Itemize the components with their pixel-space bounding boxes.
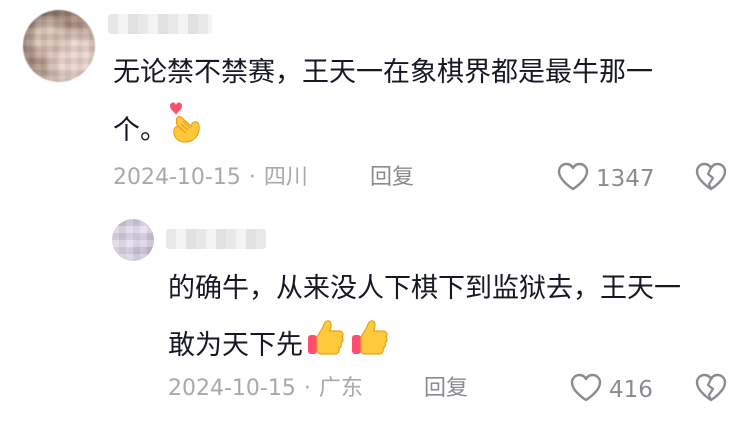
dislike-button[interactable] bbox=[694, 160, 728, 198]
reply-meta: 2024-10-15 · 广东 bbox=[168, 374, 363, 404]
commenter-name-blurred[interactable] bbox=[108, 14, 212, 34]
reply-commenter-avatar[interactable] bbox=[112, 219, 154, 261]
comment-date: 2024-10-15 bbox=[113, 165, 241, 190]
reply-date: 2024-10-15 bbox=[168, 376, 296, 401]
heart-hands-emoji-icon bbox=[169, 100, 205, 163]
meta-separator: · bbox=[303, 376, 311, 401]
heart-outline-icon bbox=[569, 371, 603, 409]
comment-meta: 2024-10-15 · 四川 bbox=[113, 163, 308, 193]
commenter-avatar[interactable] bbox=[23, 10, 95, 82]
thumbs-up-emoji-icon bbox=[305, 316, 347, 377]
reply-dislike-button[interactable] bbox=[694, 371, 728, 409]
comment-text-line-1: 无论禁不禁赛，王天一在象棋界都是最牛那一 bbox=[113, 57, 653, 88]
reply-text-line-2-content: 敢为天下先 bbox=[168, 330, 303, 361]
broken-heart-icon bbox=[694, 373, 728, 409]
meta-separator: · bbox=[248, 165, 256, 190]
comment-location: 四川 bbox=[263, 165, 308, 190]
comment-text-line-2-content: 个。 bbox=[113, 115, 167, 146]
reply-like-count: 416 bbox=[609, 377, 653, 403]
reply-text-line-2: 敢为天下先 bbox=[168, 316, 391, 377]
heart-outline-icon bbox=[556, 160, 590, 198]
comment-text-line-2: 个。 bbox=[113, 100, 205, 163]
reply-text-line-1: 的确牛，从来没人下棋下到监狱去，王天一 bbox=[168, 273, 681, 304]
reply-button[interactable]: 回复 bbox=[370, 163, 414, 193]
reply-like-button[interactable]: 416 bbox=[569, 371, 653, 409]
like-button[interactable]: 1347 bbox=[556, 160, 655, 198]
broken-heart-icon bbox=[694, 162, 728, 198]
thumbs-up-emoji-icon bbox=[349, 316, 391, 377]
reply-commenter-name-blurred[interactable] bbox=[166, 229, 266, 249]
reply-location: 广东 bbox=[318, 376, 363, 401]
like-count: 1347 bbox=[596, 166, 655, 192]
reply-to-reply-button[interactable]: 回复 bbox=[424, 374, 468, 404]
